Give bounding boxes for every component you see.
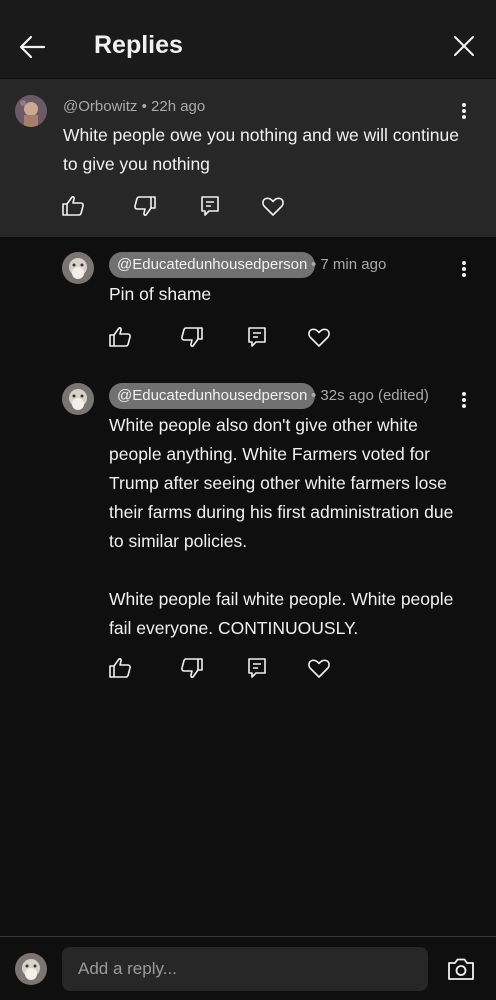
heart-icon[interactable]	[307, 325, 331, 349]
separator-dot: •	[311, 256, 321, 273]
avatar[interactable]	[15, 95, 47, 127]
thumbs-down-icon[interactable]	[133, 194, 157, 218]
comment-time-line: • 7 min ago	[311, 256, 386, 273]
replies-header: Replies	[0, 0, 496, 78]
thumbs-down-icon[interactable]	[180, 325, 204, 349]
separator-dot: •	[141, 98, 152, 115]
comment-author-line: @Orbowitz • 22h ago	[63, 98, 205, 115]
arrow-left-icon[interactable]	[18, 33, 46, 61]
parent-comment: @Orbowitz • 22h ago White people owe you…	[0, 79, 496, 237]
comment-text: Pin of shame	[109, 280, 469, 309]
avatar	[15, 953, 47, 985]
comment-text-line: people anything. White Farmers voted for	[109, 444, 430, 464]
more-vertical-icon[interactable]	[461, 102, 467, 120]
comment-text: White people owe you nothing and we will…	[63, 121, 473, 179]
avatar[interactable]	[62, 252, 94, 284]
comment-time: 7 min ago	[320, 256, 387, 273]
more-vertical-icon[interactable]	[461, 391, 467, 409]
more-vertical-icon[interactable]	[461, 260, 467, 278]
reply-composer	[0, 936, 496, 1000]
comment-text-line: to similar policies.	[109, 531, 248, 551]
mention-chip[interactable]: @Educatedunhousedperson	[109, 252, 316, 278]
comment-text-line: White people owe you nothing and we will…	[63, 125, 459, 145]
avatar[interactable]	[62, 383, 94, 415]
comment-text-line: to give you nothing	[63, 154, 210, 174]
comment-text-line: Pin of shame	[109, 284, 212, 304]
comment-icon[interactable]	[245, 325, 269, 349]
comment-time-line: • 32s ago (edited)	[311, 387, 429, 404]
comment-time: 22h ago	[151, 98, 206, 115]
comment-text-line: White people fail white people. White pe…	[109, 589, 454, 609]
camera-icon[interactable]	[447, 957, 475, 981]
comment-text-line: their farms during his first administrat…	[109, 502, 454, 522]
comment-icon[interactable]	[245, 656, 269, 680]
thumbs-down-icon[interactable]	[180, 656, 204, 680]
comment-text-line: White people also don't give other white	[109, 415, 418, 435]
thumbs-up-icon[interactable]	[108, 656, 132, 680]
comment-time: 32s ago (edited)	[320, 387, 429, 404]
mention-chip[interactable]: @Educatedunhousedperson	[109, 383, 316, 409]
comment-blank-line	[109, 556, 479, 585]
comment-author[interactable]: @Orbowitz	[63, 98, 137, 115]
reply-input[interactable]	[62, 947, 428, 991]
comment-icon[interactable]	[198, 194, 222, 218]
separator-dot: •	[311, 387, 321, 404]
comment-text: White people also don't give other white…	[109, 411, 479, 643]
comment-text-line: fail everyone. CONTINUOUSLY.	[109, 618, 359, 638]
close-icon[interactable]	[452, 34, 476, 58]
page-title: Replies	[94, 31, 183, 59]
thumbs-up-icon[interactable]	[61, 194, 85, 218]
thumbs-up-icon[interactable]	[108, 325, 132, 349]
comment-text-line: Trump after seeing other white farmers l…	[109, 473, 447, 493]
heart-icon[interactable]	[307, 656, 331, 680]
heart-icon[interactable]	[261, 194, 285, 218]
